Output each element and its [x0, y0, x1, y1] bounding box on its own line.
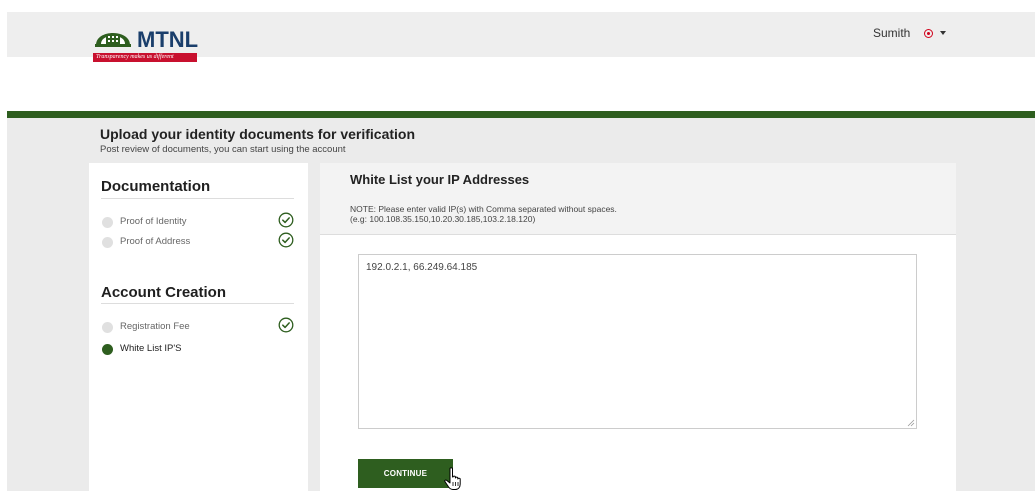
step-dot: [102, 322, 113, 333]
step-dot-active: [102, 344, 113, 355]
section-title-account-creation: Account Creation: [101, 284, 227, 301]
check-circle-icon: [278, 212, 294, 228]
whitelist-title: White List your IP Addresses: [350, 172, 530, 187]
step-proof-of-address: Proof of Address: [101, 232, 301, 249]
check-circle-icon: [278, 317, 294, 333]
logo-text: MTNL: [137, 27, 199, 52]
section-divider: [101, 303, 294, 304]
section-title-documentation: Documentation: [101, 178, 211, 195]
step-label: Registration Fee: [120, 321, 190, 332]
step-label: Proof of Identity: [120, 216, 187, 227]
step-dot: [102, 217, 113, 228]
step-proof-of-identity: Proof of Identity: [101, 212, 301, 229]
progress-sidebar: Documentation Proof of Identity Proof of…: [89, 163, 308, 491]
note-line: NOTE: Please enter valid IP(s) with Comm…: [350, 204, 617, 214]
page-title: Upload your identity documents for verif…: [100, 126, 416, 142]
user-icon[interactable]: [924, 29, 933, 38]
step-dot: [102, 237, 113, 248]
step-white-list-ips: White List IP'S: [101, 342, 301, 356]
user-name[interactable]: Sumith: [873, 26, 910, 40]
ip-address-input[interactable]: 192.0.2.1, 66.249.64.185: [358, 254, 917, 429]
green-divider: [7, 111, 1035, 118]
mtnl-logo-icon: [95, 33, 131, 47]
step-label: Proof of Address: [120, 236, 191, 247]
whitelist-panel: White List your IP Addresses NOTE: Pleas…: [320, 163, 956, 491]
page-subtitle: Post review of documents, you can start …: [100, 144, 346, 155]
resize-grip-icon[interactable]: [907, 419, 915, 427]
whitelist-header: White List your IP Addresses NOTE: Pleas…: [320, 163, 956, 235]
caret-down-icon[interactable]: [940, 31, 946, 35]
step-registration-fee: Registration Fee: [101, 317, 301, 334]
whitelist-note: NOTE: Please enter valid IP(s) with Comm…: [350, 204, 617, 224]
section-divider: [101, 198, 294, 199]
check-circle-icon: [278, 232, 294, 248]
note-example: (e.g: 100.108.35.150,10.20.30.185,103.2.…: [350, 214, 536, 224]
continue-button[interactable]: CONTINUE: [358, 459, 453, 488]
logo-tagline: Transparency makes us different: [93, 53, 197, 62]
hand-pointer-icon: [444, 467, 461, 490]
step-label: White List IP'S: [120, 343, 182, 354]
